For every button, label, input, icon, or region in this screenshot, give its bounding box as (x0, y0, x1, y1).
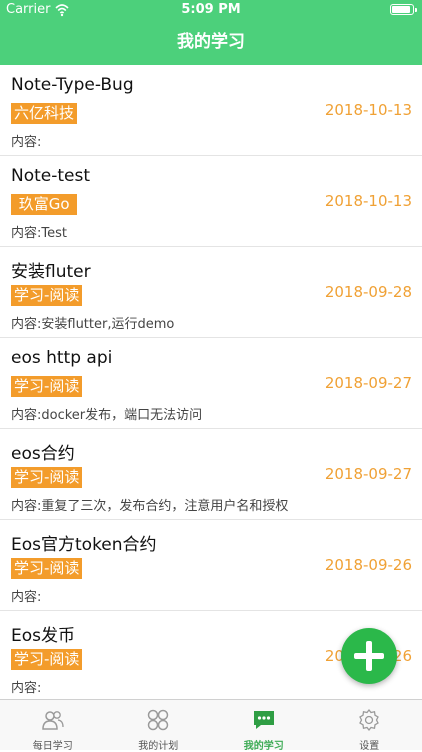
item-title: 安装fluter (11, 257, 91, 282)
item-title: Eos发币 (11, 621, 75, 646)
item-content: 内容:Test (11, 222, 67, 241)
item-content: 内容: (11, 677, 41, 696)
item-tag: 学习-阅读 (11, 558, 82, 579)
battery-icon (390, 4, 414, 15)
page-title: 我的学习 (177, 32, 245, 52)
item-title: Note-test (11, 166, 90, 186)
item-date: 2018-09-28 (325, 283, 412, 301)
list-item[interactable]: Eos官方token合约 学习-阅读 2018-09-26 内容: (0, 520, 422, 611)
item-tag: 六亿科技 (11, 103, 77, 124)
item-content: 内容: (11, 586, 41, 605)
item-title: Note-Type-Bug (11, 75, 134, 95)
item-content: 内容:安装flutter,运行demo (11, 313, 174, 332)
tab-my-study[interactable]: 我的学习 (211, 700, 317, 750)
item-date: 2018-10-13 (325, 192, 412, 210)
add-note-button[interactable] (341, 628, 397, 684)
list-item[interactable]: eos合约 学习-阅读 2018-09-27 内容:重复了三次，发布合约，注意用… (0, 429, 422, 520)
list-item[interactable]: eos http api 学习-阅读 2018-09-27 内容:docker发… (0, 338, 422, 429)
item-date: 2018-10-13 (325, 101, 412, 119)
list-item[interactable]: Note-test 玖富Go 2018-10-13 内容:Test (0, 156, 422, 247)
list-item[interactable]: Note-Type-Bug 六亿科技 2018-10-13 内容: (0, 65, 422, 156)
item-tag: 学习-阅读 (11, 467, 82, 488)
item-title: Eos官方token合约 (11, 530, 157, 555)
plan-icon (146, 708, 170, 732)
person-icon (41, 708, 65, 732)
tab-bar: 每日学习 我的计划 我的学习 设置 (0, 699, 422, 750)
tab-daily-study[interactable]: 每日学习 (0, 700, 106, 750)
item-tag: 学习-阅读 (11, 376, 82, 397)
item-tag: 学习-阅读 (11, 285, 82, 306)
chat-icon (252, 708, 276, 732)
tab-my-plan[interactable]: 我的计划 (106, 700, 212, 750)
item-date: 2018-09-27 (325, 374, 412, 392)
clock: 5:09 PM (0, 2, 422, 17)
study-list[interactable]: Note-Type-Bug 六亿科技 2018-10-13 内容: Note-t… (0, 65, 422, 699)
nav-bar: 我的学习 (0, 20, 422, 65)
item-tag: 学习-阅读 (11, 649, 82, 670)
item-content: 内容:docker发布，端口无法访问 (11, 404, 202, 423)
item-date: 2018-09-27 (325, 465, 412, 483)
item-tag: 玖富Go (11, 194, 77, 215)
tab-settings[interactable]: 设置 (317, 700, 422, 750)
list-item[interactable]: 安装fluter 学习-阅读 2018-09-28 内容:安装flutter,运… (0, 247, 422, 338)
item-title: eos http api (11, 348, 112, 368)
gear-icon (357, 708, 381, 732)
item-content: 内容:重复了三次，发布合约，注意用户名和授权 (11, 495, 288, 514)
item-content: 内容: (11, 131, 41, 150)
item-date: 2018-09-26 (325, 556, 412, 574)
item-title: eos合约 (11, 439, 75, 464)
plus-icon-vertical (366, 641, 372, 671)
status-bar: Carrier 5:09 PM (0, 0, 422, 20)
